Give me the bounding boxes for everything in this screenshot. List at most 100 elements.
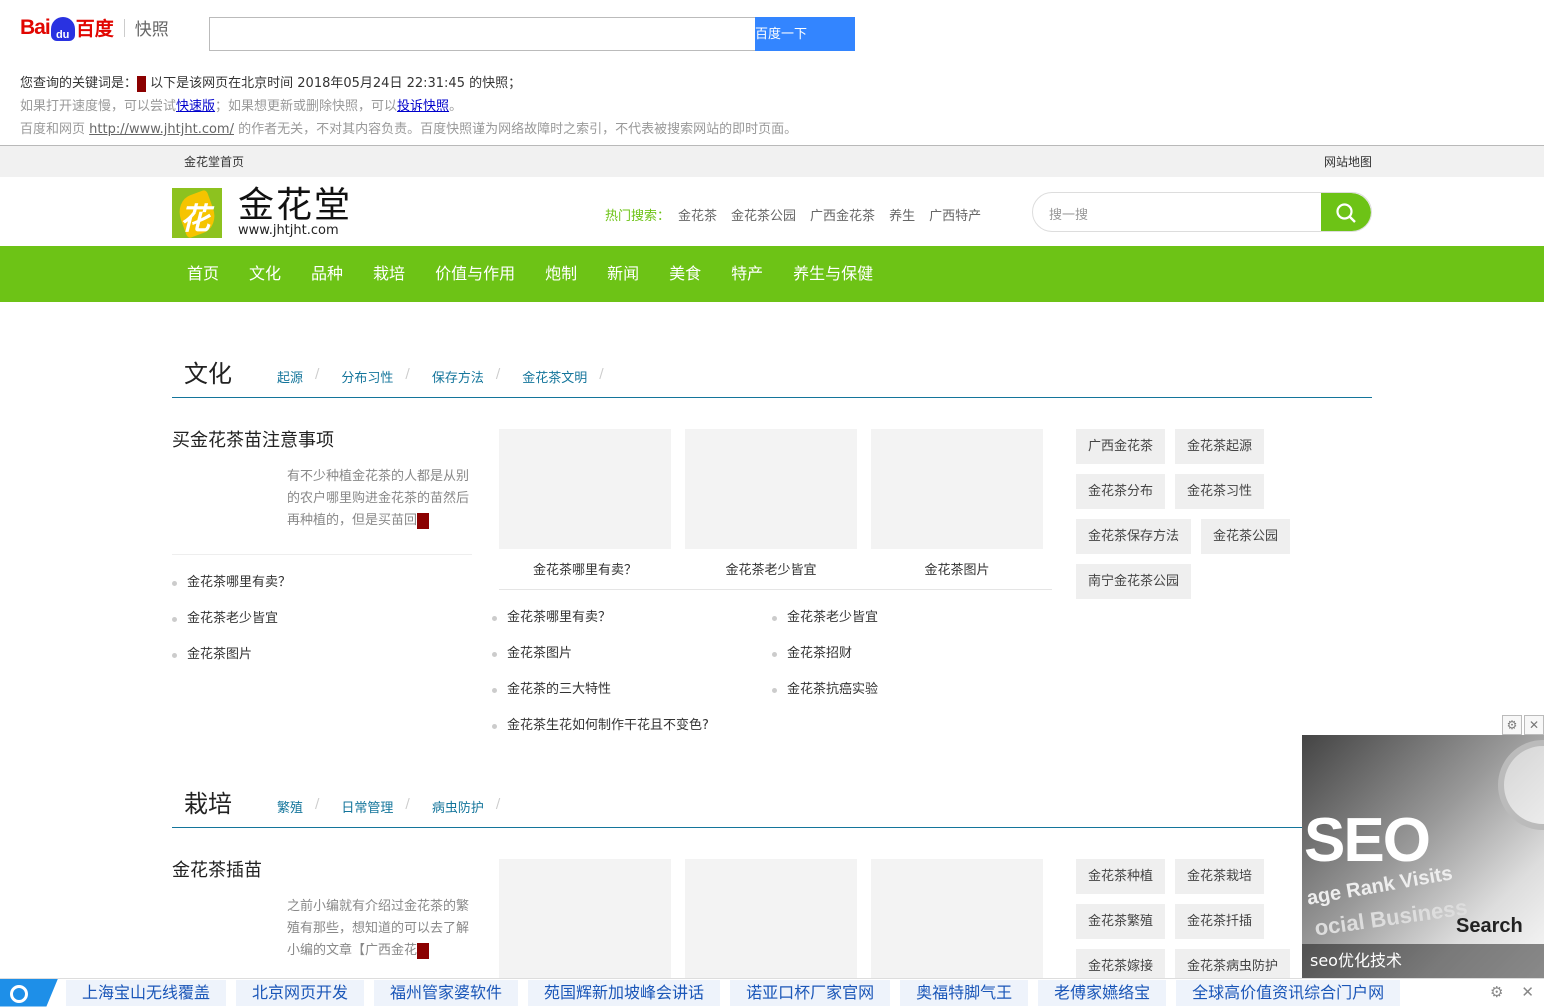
search-button[interactable]: 百度一下 xyxy=(755,17,855,51)
bottom-link[interactable]: 福州管家婆软件 xyxy=(374,979,519,1006)
hot-search-item[interactable]: 金花茶公园 xyxy=(731,205,796,224)
more-marker[interactable] xyxy=(417,512,430,529)
tag[interactable]: 金花茶繁殖 xyxy=(1076,904,1166,939)
culture-tabs: 起源 / 分布习性 / 保存方法 / 金花茶文明 / xyxy=(277,367,626,386)
hot-search-item[interactable]: 广西特产 xyxy=(929,205,981,224)
thumbnail-image[interactable] xyxy=(685,429,857,549)
tag[interactable]: 金花茶嫁接 xyxy=(1076,949,1166,978)
ad-image[interactable]: SEO age Rank Visits ocial Business Searc… xyxy=(1302,735,1544,978)
tag[interactable]: 金花茶种植 xyxy=(1076,859,1166,894)
nav-item-cultivation[interactable]: 栽培 xyxy=(358,246,420,302)
close-icon[interactable]: ✕ xyxy=(1521,983,1534,1001)
list-item[interactable]: 金花茶的三大特性 xyxy=(492,672,709,708)
site-search-button[interactable] xyxy=(1321,193,1371,231)
site-home-link[interactable]: 金花堂首页 xyxy=(184,153,244,170)
tag[interactable]: 金花茶栽培 xyxy=(1175,859,1265,894)
site-logo[interactable]: 花 金花堂 www.jhtjht.com xyxy=(172,187,352,238)
thumbnail-image[interactable] xyxy=(871,429,1043,549)
disclaimer-a: 百度和网页 xyxy=(20,122,90,137)
hot-search-item[interactable]: 金花茶 xyxy=(678,205,717,224)
tip-text-b: ；如果想更新或删除快照，可以 xyxy=(215,99,398,114)
baidu-logo[interactable]: Bai du 百度 快照 xyxy=(20,14,169,41)
thumbnail-caption[interactable]: 金花茶图片 xyxy=(871,559,1043,578)
nav-item-specialty[interactable]: 特产 xyxy=(716,246,778,302)
hot-search-item[interactable]: 养生 xyxy=(889,205,915,224)
complain-link[interactable]: 投诉快照 xyxy=(397,99,449,114)
list-item[interactable]: 金花茶抗癌实验 xyxy=(772,672,878,708)
bottom-link[interactable]: 上海宝山无线覆盖 xyxy=(66,979,227,1006)
sitemap-link[interactable]: 网站地图 xyxy=(1324,153,1372,170)
list-item[interactable]: 金花茶图片 xyxy=(172,637,291,673)
thumbnail-image[interactable] xyxy=(499,859,671,978)
bottom-links: 上海宝山无线覆盖 北京网页开发 福州管家婆软件 苑国辉新加坡峰会讲话 诺亚口杯厂… xyxy=(66,979,1401,1006)
site-search-input[interactable]: 搜一搜 xyxy=(1049,204,1088,223)
search-logo-icon[interactable] xyxy=(0,978,58,1007)
tag[interactable]: 南宁金花茶公园 xyxy=(1076,564,1192,599)
lead-article-title[interactable]: 买金花茶苗注意事项 xyxy=(172,426,334,452)
thumbnail-image[interactable] xyxy=(871,859,1043,978)
disclaimer-line: 百度和网页 http://www.jhtjht.com/ 的作者无关，不对其内容… xyxy=(20,118,797,137)
hot-search-label: 热门搜索： xyxy=(605,209,671,224)
snapshot-header: Bai du 百度 快照 百度一下 您查询的关键词是： 以下是该网页在北京时间 … xyxy=(0,0,1544,146)
nav-item-value[interactable]: 价值与作用 xyxy=(420,246,530,302)
nav-item-culture[interactable]: 文化 xyxy=(234,246,296,302)
culture-body: 买金花茶苗注意事项 有不少种植金花茶的人都是从别的农户哪里购进金花茶的苗然后再种… xyxy=(172,398,1372,798)
section-title: 栽培 xyxy=(184,790,232,818)
tab-pest[interactable]: 病虫防护 xyxy=(432,797,484,816)
settings-icon[interactable]: ⚙ xyxy=(1502,715,1522,735)
tag[interactable]: 金花茶分布 xyxy=(1076,474,1166,509)
bottom-link[interactable]: 奥福特脚气王 xyxy=(900,979,1029,1006)
cultivation-section-header: 栽培 繁殖 / 日常管理 / 病虫防护 / xyxy=(172,770,1372,828)
ad-caption[interactable]: seo优化技术 xyxy=(1302,944,1544,978)
tag[interactable]: 金花茶起源 xyxy=(1175,429,1265,464)
tag[interactable]: 金花茶保存方法 xyxy=(1076,519,1192,554)
tab-breeding[interactable]: 繁殖 xyxy=(277,797,303,816)
nav-item-news[interactable]: 新闻 xyxy=(592,246,654,302)
thumbnail-caption[interactable]: 金花茶哪里有卖？ xyxy=(499,559,671,578)
tag[interactable]: 广西金花茶 xyxy=(1076,429,1166,464)
nav-item-food[interactable]: 美食 xyxy=(654,246,716,302)
nav-item-processing[interactable]: 炮制 xyxy=(530,246,592,302)
lead-article-desc: 之前小编就有介绍过金花茶的繁殖有那些，想知道的可以去了解小编的文章【广西金花 xyxy=(287,896,472,962)
tag[interactable]: 金花茶习性 xyxy=(1175,474,1265,509)
close-icon[interactable]: ✕ xyxy=(1524,715,1544,735)
tag[interactable]: 金花茶病虫防护 xyxy=(1175,949,1291,978)
search-input[interactable] xyxy=(209,17,755,51)
nav-item-varieties[interactable]: 品种 xyxy=(296,246,358,302)
bottom-link[interactable]: 全球高价值资讯综合门户网 xyxy=(1176,979,1401,1006)
nav-item-health[interactable]: 养生与保健 xyxy=(778,246,888,302)
tab-civilization[interactable]: 金花茶文明 xyxy=(522,367,587,386)
fast-version-link[interactable]: 快速版 xyxy=(176,99,215,114)
source-url-link[interactable]: http://www.jhtjht.com/ xyxy=(89,122,234,137)
list-item[interactable]: 金花茶老少皆宜 xyxy=(772,600,878,636)
tag[interactable]: 金花茶公园 xyxy=(1201,519,1291,554)
tab-distribution[interactable]: 分布习性 xyxy=(341,367,393,386)
list-item[interactable]: 金花茶图片 xyxy=(492,636,709,672)
lead-article-title[interactable]: 金花茶插苗 xyxy=(172,856,262,882)
hot-search-item[interactable]: 广西金花茶 xyxy=(810,205,875,224)
bottom-link[interactable]: 老傅家嬿络宝 xyxy=(1038,979,1167,1006)
bottom-link[interactable]: 北京网页开发 xyxy=(236,979,365,1006)
tab-origin[interactable]: 起源 xyxy=(277,367,303,386)
logo-bai: Bai xyxy=(20,15,51,39)
settings-icon[interactable]: ⚙ xyxy=(1490,983,1503,1001)
list-item[interactable]: 金花茶生花如何制作干花且不变色? xyxy=(492,708,709,744)
more-marker[interactable] xyxy=(417,942,430,959)
tag[interactable]: 金花茶扦插 xyxy=(1175,904,1265,939)
tab-storage[interactable]: 保存方法 xyxy=(432,367,484,386)
thumbnail-caption[interactable]: 金花茶老少皆宜 xyxy=(685,559,857,578)
thumbnail-image[interactable] xyxy=(499,429,671,549)
tab-management[interactable]: 日常管理 xyxy=(341,797,393,816)
site-topbar: 金花堂首页 网站地图 xyxy=(0,146,1544,177)
logo-divider xyxy=(123,18,125,37)
list-item[interactable]: 金花茶老少皆宜 xyxy=(172,601,291,637)
nav-item-home[interactable]: 首页 xyxy=(172,246,234,302)
logo-baidu: 百度 xyxy=(75,18,114,40)
bottom-link[interactable]: 苑国辉新加坡峰会讲话 xyxy=(528,979,721,1006)
list-item[interactable]: 金花茶哪里有卖？ xyxy=(492,600,709,636)
bottom-link[interactable]: 诺亚口杯厂家官网 xyxy=(730,979,891,1006)
culture-section-header: 文化 起源 / 分布习性 / 保存方法 / 金花茶文明 / xyxy=(172,340,1372,398)
list-item[interactable]: 金花茶哪里有卖？ xyxy=(172,565,291,601)
thumbnail-image[interactable] xyxy=(685,859,857,978)
list-item[interactable]: 金花茶招财 xyxy=(772,636,878,672)
